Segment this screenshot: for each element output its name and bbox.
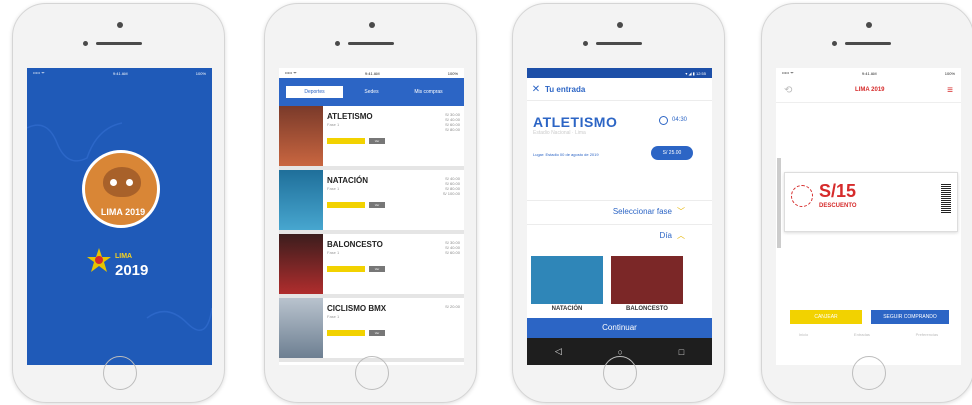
home-button[interactable] (355, 356, 389, 390)
back-icon[interactable]: ◁ (555, 346, 562, 357)
price-button[interactable]: S/ 25.00 (651, 146, 693, 160)
mascot-badge: LIMA 2019 (82, 150, 160, 228)
phone-splash: ••••• ᯤ 9:41 AM 100% LIMA 2019 LIMA 2019 (12, 3, 225, 403)
event-place: Lugar: Estadio 00 de agosto de 2019 (533, 152, 599, 157)
tab-mis-compras[interactable]: Mis compras (400, 86, 457, 98)
nav-entradas[interactable]: Entradas (854, 332, 870, 337)
refresh-icon[interactable]: ⟲ (784, 85, 792, 96)
header: ⟲ LIMA 2019 ≡ (776, 78, 961, 103)
lima-star-icon (87, 248, 111, 272)
nav-preferencias[interactable]: Preferencias (916, 332, 938, 337)
select-button[interactable] (327, 266, 365, 272)
phone-detail: ▾ ◢ ▮ 12:55 ✕ Tu entrada ATLETISMO Estad… (512, 3, 725, 403)
chevron-up-icon: ︿ (677, 231, 685, 240)
chevron-down-icon: ﹀ (677, 207, 685, 216)
tab-deportes[interactable]: Deportes (286, 86, 343, 98)
barcode-icon (941, 183, 951, 213)
list-item[interactable]: CICLISMO BMX Fase 1 S/ 20.00 Ver (279, 298, 464, 362)
lima-logo-text: LIMA 2019 (115, 253, 149, 279)
splash-screen: ••••• ᯤ 9:41 AM 100% LIMA 2019 LIMA 2019 (27, 68, 212, 365)
select-button[interactable] (327, 138, 365, 144)
speaker (96, 42, 142, 45)
event-subtitle: Estadio Nacional · Lima (533, 130, 586, 136)
signal-indicator: ••••• ᯤ (33, 70, 45, 75)
status-bar: ••••• ᯤ 9:41 AM 100% (285, 70, 458, 76)
redeem-button[interactable]: CANJEAR (790, 310, 862, 324)
event-title: ATLETISMO (533, 114, 618, 130)
tab-sedes[interactable]: Sedes (343, 86, 400, 98)
view-button[interactable]: Ver (369, 138, 385, 144)
mascot-icon (103, 167, 141, 197)
accordion-fase[interactable]: Seleccionar fase ﹀ (527, 200, 712, 223)
sports-list-screen: ••••• ᯤ 9:41 AM 100% Deportes Sedes Mis … (279, 68, 464, 365)
list-item[interactable]: BALONCESTO Fase 1 S/ 30.00 S/ 40.00 S/ 6… (279, 234, 464, 298)
coupon-screen: ••••• ᯤ 9:41 AM 100% ⟲ LIMA 2019 ≡ S/15 … (776, 68, 961, 365)
select-button[interactable] (327, 202, 365, 208)
discount-amount: S/15 (819, 181, 857, 201)
camera (117, 22, 123, 28)
slider-track[interactable] (777, 158, 781, 248)
status-bar: ••••• ᯤ 9:41 AM 100% (782, 70, 955, 76)
sport-card-natacion[interactable]: NATACIÓN (531, 256, 603, 314)
home-button[interactable] (603, 356, 637, 390)
home-button[interactable] (103, 356, 137, 390)
home-button[interactable] (852, 356, 886, 390)
clock-icon (659, 116, 668, 125)
sensor (83, 41, 88, 46)
discount-ticket[interactable]: S/15 DESCUENTO (784, 172, 958, 232)
bmx-image (279, 298, 323, 358)
view-button[interactable]: Ver (369, 330, 385, 336)
stamp-icon (791, 185, 813, 207)
tab-bar: Deportes Sedes Mis compras (285, 85, 458, 99)
phone-coupon: ••••• ᯤ 9:41 AM 100% ⟲ LIMA 2019 ≡ S/15 … (761, 3, 972, 403)
lima-logo: LIMA 2019 (855, 87, 885, 93)
list-item[interactable]: ATLETISMO Fase 1 S/ 30.00 S/ 40.00 S/ 60… (279, 106, 464, 170)
bottom-nav: Inicio Entradas Preferencias (776, 332, 961, 337)
basketball-image (279, 234, 323, 294)
view-button[interactable]: Ver (369, 202, 385, 208)
close-icon[interactable]: ✕ (527, 84, 545, 95)
athletics-image (279, 106, 323, 166)
menu-icon[interactable]: ≡ (947, 85, 953, 96)
home-icon[interactable]: ○ (618, 347, 623, 357)
nav-inicio[interactable]: Inicio (799, 332, 808, 337)
status-bar: ••••• ᯤ 9:41 AM 100% (27, 68, 212, 78)
select-button[interactable] (327, 330, 365, 336)
header: ✕ Tu entrada (527, 78, 712, 101)
status-bar: ▾ ◢ ▮ 12:55 (527, 68, 712, 78)
event-time: 04:30 (672, 117, 688, 123)
ticket-detail-screen: ▾ ◢ ▮ 12:55 ✕ Tu entrada ATLETISMO Estad… (527, 68, 712, 365)
continue-button[interactable]: Continuar (527, 318, 712, 338)
badge-text: LIMA 2019 (100, 207, 146, 217)
continue-shopping-button[interactable]: SEGUIR COMPRANDO (871, 310, 949, 324)
view-button[interactable]: Ver (369, 266, 385, 272)
recents-icon[interactable]: □ (679, 347, 684, 357)
sport-card-baloncesto[interactable]: BALONCESTO (611, 256, 683, 314)
phone-list: ••••• ᯤ 9:41 AM 100% Deportes Sedes Mis … (264, 3, 477, 403)
list-item[interactable]: NATACIÓN Fase 1 S/ 40.00 S/ 60.00 S/ 80.… (279, 170, 464, 234)
accordion-dia[interactable]: Día ︿ (527, 224, 712, 247)
discount-label: DESCUENTO (819, 203, 857, 209)
swimming-image (279, 170, 323, 230)
clock: 9:41 AM (112, 70, 128, 76)
header-title: Tu entrada (545, 84, 586, 94)
battery-indicator: 100% (195, 70, 206, 76)
